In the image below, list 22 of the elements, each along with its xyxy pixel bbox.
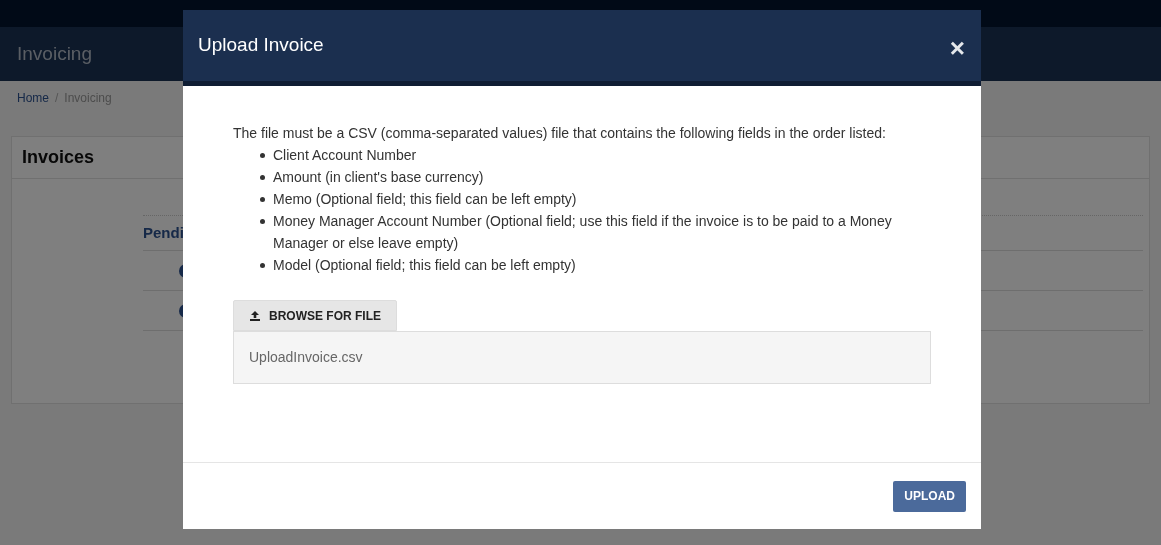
- browse-button[interactable]: BROWSE FOR FILE: [233, 300, 397, 331]
- close-button[interactable]: ×: [949, 34, 965, 61]
- field-requirement: Money Manager Account Number (Optional field; use this field if the invoice is to be paid to a Money Manager or else leave empty): [273, 212, 893, 253]
- panel-title: Invoices: [22, 146, 95, 169]
- dialog-title: Upload Invoice: [198, 33, 324, 58]
- bullet-icon: [260, 197, 265, 202]
- breadcrumb-separator: /: [55, 90, 59, 107]
- instructions-text: The file must be a CSV (comma-separated values) file that contains the following fields in the order listed:: [233, 124, 887, 143]
- upload-button[interactable]: UPLOAD: [893, 480, 966, 512]
- bullet-icon: [260, 153, 265, 158]
- field-requirement: Amount (in client's base currency): [273, 168, 484, 187]
- field-requirement: Client Account Number: [273, 146, 417, 165]
- bullet-icon: [260, 219, 265, 224]
- section-heading: Pendi: [143, 222, 184, 243]
- file-name-field[interactable]: UploadInvoice.csv: [233, 331, 931, 384]
- app-title: Invoicing: [17, 41, 92, 66]
- upload-icon: [249, 309, 261, 322]
- bullet-icon: [260, 263, 265, 268]
- bullet-icon: [260, 175, 265, 180]
- breadcrumb-link[interactable]: Home: [17, 89, 49, 107]
- field-requirement: Model (Optional field; this field can be left empty): [273, 256, 576, 275]
- field-requirement: Memo (Optional field; this field can be left empty): [273, 190, 577, 209]
